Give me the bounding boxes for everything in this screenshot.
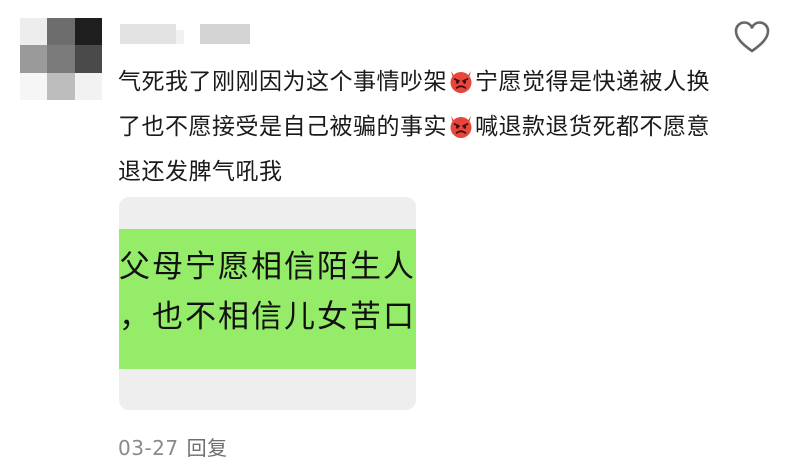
comment-text: 气死我了刚刚因为这个事情吵架 宁愿觉得是快递被人换了也不愿接受是自己被骗的事实 喊退… [118,60,718,195]
heart-icon [734,21,770,53]
comment-item: 气死我了刚刚因为这个事情吵架 宁愿觉得是快递被人换了也不愿接受是自己被骗的事实 喊退… [0,0,800,469]
comment-meta: 03-27 回复 [118,432,228,461]
chat-bubble-line-1: 父母宁愿相信陌生人的 [119,249,416,285]
reply-button[interactable]: 回复 [187,436,228,460]
comment-text-part1: 气死我了刚刚因为这个事情吵架 [118,69,447,95]
avatar[interactable] [20,18,102,100]
like-button[interactable] [734,20,770,54]
chat-bubble: 父母宁愿相信陌生人的 ，也不相信儿女苦口婆 [119,229,416,369]
comment-date: 03-27 [118,436,179,460]
username[interactable] [120,20,250,48]
angry-devil-emoji-icon [450,116,472,138]
angry-devil-emoji-icon [450,71,472,93]
attached-image[interactable]: 父母宁愿相信陌生人的 ，也不相信儿女苦口婆 [119,197,416,410]
chat-bubble-line-2: ，也不相信儿女苦口婆 [119,299,416,335]
